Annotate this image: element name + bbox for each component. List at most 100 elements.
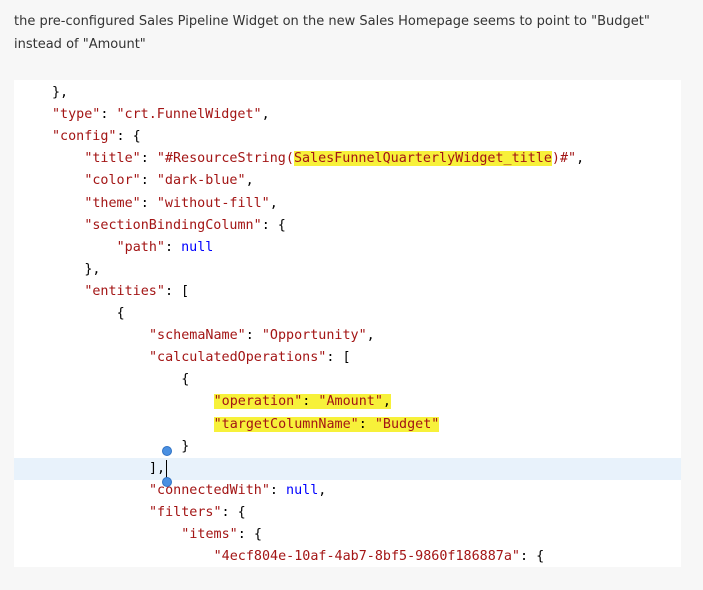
code-token: "filters" (148, 504, 222, 520)
code-token: )#" (551, 151, 577, 167)
code-token: "calculatedOperations" (148, 350, 327, 366)
code-line: "theme": "without-fill", (14, 193, 681, 215)
code-token: null (286, 482, 319, 498)
code-token: : (165, 239, 182, 255)
code-token: "operation" (213, 394, 303, 410)
code-token: } (181, 438, 190, 454)
code-token: : (269, 482, 287, 498)
code-tokens: "schemaName": "Opportunity", (149, 328, 375, 343)
code-line: { (14, 303, 681, 325)
code-text: "operation": "Amount", (213, 391, 391, 413)
code-line: "entities": [ (14, 281, 681, 303)
code-token: , (269, 195, 278, 211)
code-token: : [ (164, 283, 190, 299)
code-token: "items" (181, 527, 238, 542)
code-token: "crt.FunnelWidget" (116, 107, 262, 123)
code-tokens: "sectionBindingColumn": { (84, 218, 286, 233)
question-text: the pre-configured Sales Pipeline Widget… (14, 14, 650, 52)
code-token: }, (52, 85, 69, 100)
code-token: { (181, 372, 190, 388)
code-line: "color": "dark-blue", (14, 170, 681, 192)
code-text: }, (84, 259, 100, 281)
code-tokens: "type": "crt.FunnelWidget", (52, 107, 270, 122)
code-tokens: }, (84, 262, 100, 277)
code-line: "connectedWith": null, (14, 480, 681, 502)
code-token: , (576, 151, 585, 167)
code-token: "color" (84, 173, 141, 189)
code-text: "theme": "without-fill", (84, 193, 278, 215)
code-token: : { (237, 527, 262, 542)
code-text: { (117, 303, 125, 325)
code-text: "color": "dark-blue", (84, 170, 253, 192)
code-tokens: } (181, 439, 189, 454)
code-text: "entities": [ (84, 281, 189, 303)
code-tokens: }, (52, 85, 68, 100)
code-line: "sectionBindingColumn": { (14, 215, 681, 237)
code-text: "sectionBindingColumn": { (84, 215, 286, 237)
code-line: "items": { (14, 524, 681, 546)
code-line: "filters": { (14, 502, 681, 524)
code-line: "4ecf804e-10af-4ab7-8bf5-9860f186887a": … (14, 546, 681, 567)
code-line: "path": null (14, 237, 681, 259)
code-tokens: "items": { (181, 527, 262, 542)
code-text: } (181, 436, 189, 458)
code-token: "Budget" (374, 416, 440, 432)
text-cursor (166, 459, 168, 478)
code-token: }, (84, 261, 101, 277)
code-token: { (116, 306, 125, 321)
code-token: "config" (52, 129, 117, 145)
code-line: { (14, 369, 681, 391)
code-tokens: "calculatedOperations": [ (149, 350, 351, 365)
code-token: "connectedWith" (148, 482, 270, 498)
code-line: }, (14, 82, 681, 104)
code-token: : (140, 195, 157, 211)
code-token: , (366, 328, 375, 344)
code-text: "title": "#ResourceString(SalesFunnelQua… (84, 148, 584, 170)
code-text: { (181, 369, 189, 391)
code-block[interactable]: }, "type": "crt.FunnelWidget", "config": {… (14, 80, 681, 567)
code-line: ], (14, 457, 681, 480)
code-token: : { (221, 504, 246, 520)
code-text: "filters": { (149, 502, 246, 524)
code-text: "path": null (117, 237, 214, 259)
code-tokens: "title": "#ResourceString(SalesFunnelQua… (84, 151, 585, 167)
code-text: }, (52, 82, 68, 104)
code-token: , (318, 482, 327, 498)
code-text: "4ecf804e-10af-4ab7-8bf5-9860f186887a": … (214, 546, 545, 567)
code-token: ], (148, 460, 166, 476)
code-tokens: { (117, 306, 125, 321)
code-text: "type": "crt.FunnelWidget", (52, 104, 270, 126)
code-text: "items": { (181, 524, 262, 546)
code-line: }, (14, 259, 681, 281)
code-tokens: "color": "dark-blue", (84, 173, 253, 188)
code-line: "config": { (14, 126, 681, 148)
code-token: "type" (52, 107, 101, 123)
code-token: SalesFunnelQuarterlyWidget_title (293, 151, 552, 167)
code-token: "without-fill" (156, 195, 270, 211)
code-token: "theme" (84, 195, 141, 211)
code-text: "config": { (52, 126, 141, 148)
code-text: "calculatedOperations": [ (149, 347, 351, 369)
code-token: : { (116, 129, 141, 145)
code-text: ], (149, 458, 165, 480)
code-token: : (140, 173, 157, 189)
code-token: "dark-blue" (156, 173, 246, 189)
code-token: "targetColumnName" (213, 416, 359, 432)
code-token: : (245, 328, 262, 344)
code-tokens: "config": { (52, 129, 141, 144)
code-tokens: "entities": [ (84, 284, 189, 299)
code-token: "path" (116, 239, 165, 255)
code-token: "schemaName" (148, 328, 246, 344)
code-token: "entities" (84, 283, 165, 299)
highlighted-code: "targetColumnName": "Budget" (213, 416, 440, 432)
code-tokens: "4ecf804e-10af-4ab7-8bf5-9860f186887a": … (214, 549, 545, 564)
code-token: , (261, 107, 270, 123)
code-tokens: "path": null (117, 240, 214, 255)
selection-handle-top[interactable] (162, 445, 173, 456)
code-token: "title" (84, 151, 141, 167)
code-line: "title": "#ResourceString(SalesFunnelQua… (14, 148, 681, 170)
code-text: "connectedWith": null, (149, 480, 326, 502)
code-token: "Amount" (318, 394, 383, 410)
code-token: "#ResourceString( (156, 151, 294, 167)
code-token: "sectionBindingColumn" (84, 217, 262, 233)
